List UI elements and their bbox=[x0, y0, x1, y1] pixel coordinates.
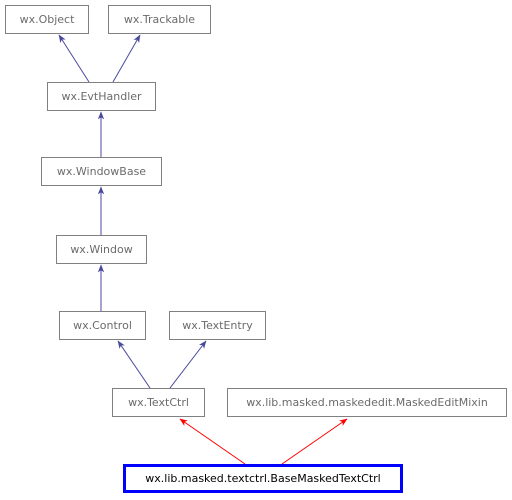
class-node-wx-textctrl[interactable]: wx.TextCtrl bbox=[112, 388, 205, 417]
class-node-wx-window[interactable]: wx.Window bbox=[56, 235, 147, 264]
edge-evthandler-trackable bbox=[112, 34, 141, 83]
class-node-label: wx.lib.masked.maskededit.MaskedEditMixin bbox=[246, 396, 488, 409]
class-node-basemaskedtextctrl[interactable]: wx.lib.masked.textctrl.BaseMaskedTextCtr… bbox=[123, 464, 403, 493]
class-node-wx-windowbase[interactable]: wx.WindowBase bbox=[41, 157, 162, 186]
class-node-label: wx.Control bbox=[73, 319, 132, 332]
class-node-wx-control[interactable]: wx.Control bbox=[59, 311, 146, 340]
class-node-label: wx.Object bbox=[19, 13, 75, 26]
edge-evthandler-object bbox=[58, 34, 90, 83]
class-node-label: wx.WindowBase bbox=[56, 165, 147, 178]
edge-textctrl-control bbox=[117, 340, 151, 389]
class-node-wx-evthandler[interactable]: wx.EvtHandler bbox=[47, 82, 156, 111]
inheritance-diagram: wx.Object wx.Trackable wx.EvtHandler wx.Win… bbox=[0, 0, 512, 500]
class-node-wx-object[interactable]: wx.Object bbox=[5, 5, 89, 34]
class-node-wx-textentry[interactable]: wx.TextEntry bbox=[169, 311, 266, 340]
class-node-label: wx.TextEntry bbox=[182, 319, 253, 332]
class-node-label: wx.Window bbox=[70, 243, 133, 256]
class-node-label: wx.EvtHandler bbox=[61, 90, 142, 103]
class-node-wx-trackable[interactable]: wx.Trackable bbox=[108, 5, 211, 34]
class-node-label: wx.Trackable bbox=[123, 13, 196, 26]
class-node-maskededitmixin[interactable]: wx.lib.masked.maskededit.MaskedEditMixin bbox=[227, 388, 507, 417]
edge-base-mixin bbox=[281, 418, 348, 465]
class-node-label: wx.lib.masked.textctrl.BaseMaskedTextCtr… bbox=[145, 472, 381, 485]
class-node-label: wx.TextCtrl bbox=[128, 396, 189, 409]
edge-textctrl-textentry bbox=[169, 340, 207, 389]
edge-base-textctrl bbox=[179, 418, 246, 465]
